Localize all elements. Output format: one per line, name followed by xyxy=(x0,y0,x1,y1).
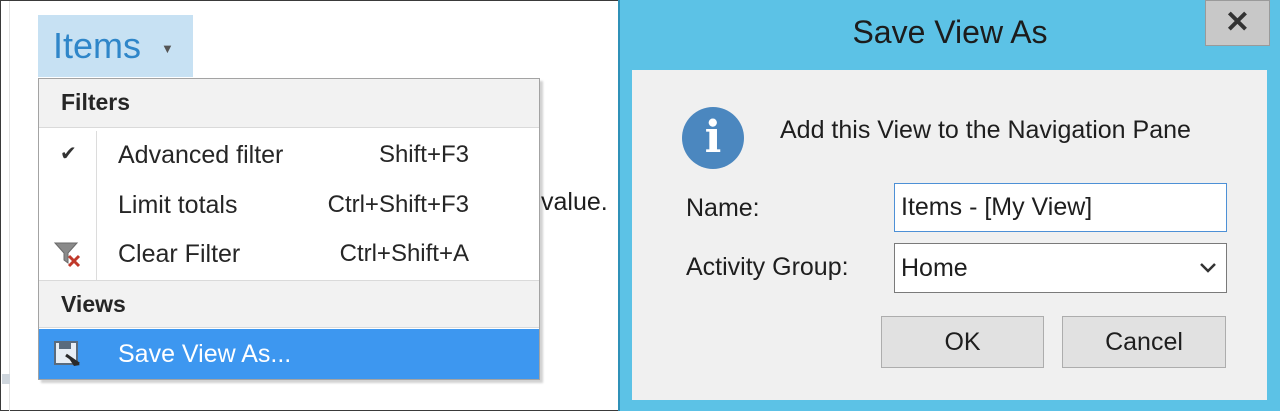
dialog-body: i Add this View to the Navigation Pane N… xyxy=(632,70,1267,400)
items-dropdown-menu: Filters ✔ Advanced filter Shift+F3 Limit… xyxy=(38,78,540,380)
menu-item-advanced-filter[interactable]: ✔ Advanced filter Shift+F3 xyxy=(39,131,539,180)
activity-group-select[interactable]: Home xyxy=(894,243,1227,293)
save-view-as-dialog: Save View As ✕ i Add this View to the Na… xyxy=(618,0,1280,411)
menu-item-label: Advanced filter xyxy=(118,141,284,169)
activity-group-value: Home xyxy=(901,254,968,282)
menu-item-label: Save View As... xyxy=(118,340,292,368)
items-button-label: Items xyxy=(53,25,142,66)
views-header-label: Views xyxy=(61,291,126,317)
views-section-header: Views xyxy=(39,280,539,328)
name-field[interactable] xyxy=(894,183,1227,232)
background-text: value. xyxy=(541,188,608,216)
name-label: Name: xyxy=(686,194,760,222)
ok-button[interactable]: OK xyxy=(881,316,1044,368)
clear-filter-icon xyxy=(53,242,81,268)
menu-item-shortcut: Shift+F3 xyxy=(378,141,469,168)
filters-section-header: Filters xyxy=(39,79,539,128)
activity-group-label: Activity Group: xyxy=(686,253,849,281)
left-edge-divider xyxy=(2,1,10,411)
menu-item-label: Clear Filter xyxy=(118,240,241,268)
info-message: Add this View to the Navigation Pane xyxy=(780,116,1191,144)
info-icon: i xyxy=(682,107,744,169)
dialog-title: Save View As xyxy=(852,14,1048,50)
dropdown-arrow-icon: ▼ xyxy=(161,40,174,56)
menu-item-shortcut: Ctrl+Shift+A xyxy=(339,240,469,267)
filters-header-label: Filters xyxy=(61,89,131,115)
items-menu-button[interactable]: Items ▼ xyxy=(38,15,193,77)
close-icon: ✕ xyxy=(1224,6,1251,39)
chevron-down-icon xyxy=(1200,263,1216,273)
scrollbar-fragment[interactable] xyxy=(2,374,10,384)
cancel-button[interactable]: Cancel xyxy=(1062,316,1226,368)
menu-item-limit-totals[interactable]: Limit totals Ctrl+Shift+F3 xyxy=(39,181,539,230)
menu-item-shortcut: Ctrl+Shift+F3 xyxy=(327,191,469,218)
menu-item-save-view-as[interactable]: Save View As... xyxy=(39,329,539,379)
save-view-icon xyxy=(54,341,80,366)
close-button[interactable]: ✕ xyxy=(1205,0,1270,46)
menu-item-label: Limit totals xyxy=(118,191,238,219)
menu-item-clear-filter[interactable]: Clear Filter Ctrl+Shift+A xyxy=(39,230,539,279)
check-icon: ✔ xyxy=(60,143,77,165)
